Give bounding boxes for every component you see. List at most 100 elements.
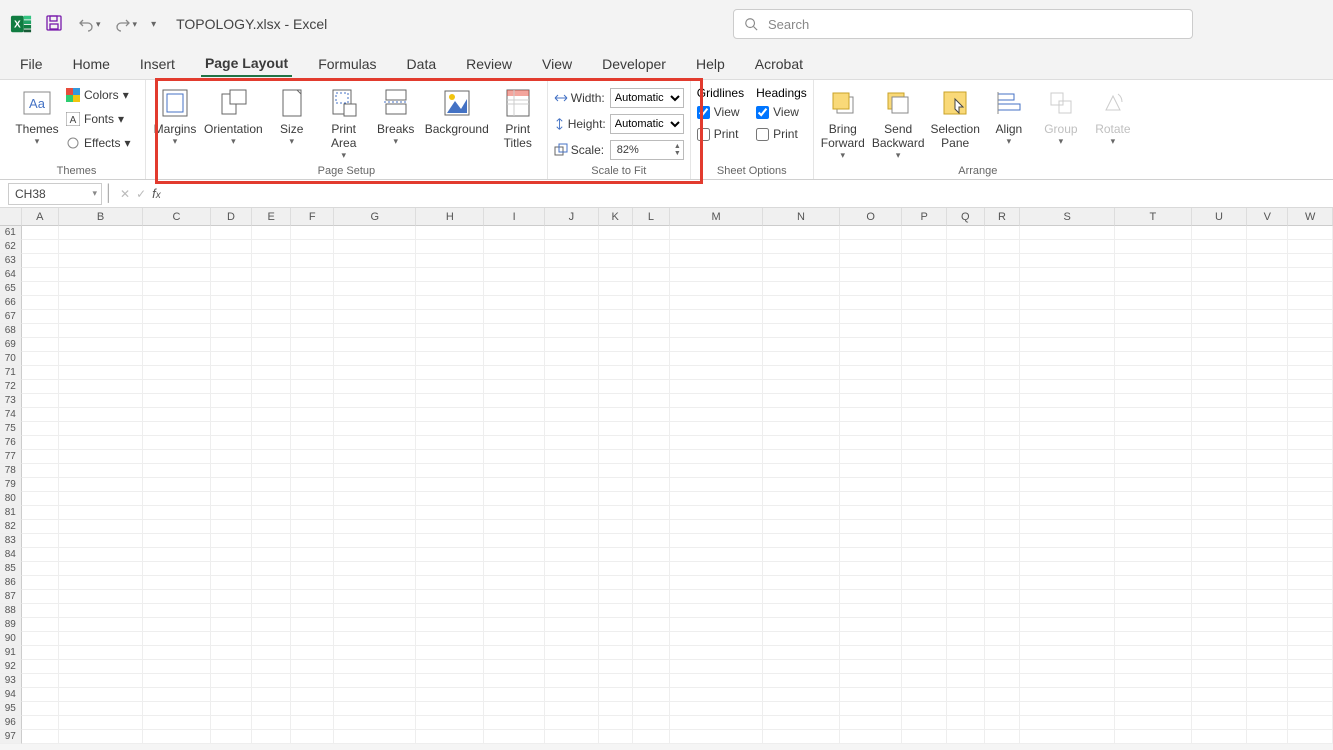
cell[interactable] xyxy=(1247,492,1288,506)
cell[interactable] xyxy=(599,562,633,576)
cell[interactable] xyxy=(947,240,985,254)
margins-button[interactable]: Margins▾ xyxy=(152,84,198,147)
cell[interactable] xyxy=(291,618,334,632)
cell[interactable] xyxy=(545,268,599,282)
column-header[interactable]: H xyxy=(416,208,484,226)
cell[interactable] xyxy=(840,492,903,506)
cell[interactable] xyxy=(1115,520,1192,534)
cell[interactable] xyxy=(1247,534,1288,548)
cell[interactable] xyxy=(1247,506,1288,520)
cell[interactable] xyxy=(840,366,903,380)
cell[interactable] xyxy=(416,506,484,520)
cell[interactable] xyxy=(902,562,947,576)
cell[interactable] xyxy=(599,688,633,702)
cell[interactable] xyxy=(947,324,985,338)
cell[interactable] xyxy=(252,590,291,604)
cell[interactable] xyxy=(1020,688,1115,702)
cell[interactable] xyxy=(59,282,143,296)
cell[interactable] xyxy=(334,268,416,282)
cell[interactable] xyxy=(902,226,947,240)
cell[interactable] xyxy=(763,730,840,744)
cell[interactable] xyxy=(1020,282,1115,296)
cell[interactable] xyxy=(947,254,985,268)
cell[interactable] xyxy=(211,562,252,576)
cell[interactable] xyxy=(1020,436,1115,450)
cell[interactable] xyxy=(1115,240,1192,254)
cell[interactable] xyxy=(545,534,599,548)
cell[interactable] xyxy=(416,408,484,422)
cell[interactable] xyxy=(22,268,60,282)
cell[interactable] xyxy=(22,450,60,464)
cell[interactable] xyxy=(143,422,211,436)
cell[interactable] xyxy=(840,450,903,464)
cell[interactable] xyxy=(416,240,484,254)
cell[interactable] xyxy=(211,254,252,268)
cell[interactable] xyxy=(763,408,840,422)
cell[interactable] xyxy=(252,646,291,660)
cell[interactable] xyxy=(59,310,143,324)
cell[interactable] xyxy=(840,310,903,324)
cell[interactable] xyxy=(763,394,840,408)
effects-button[interactable]: Effects▾ xyxy=(66,132,131,154)
cell[interactable] xyxy=(211,366,252,380)
cell[interactable] xyxy=(985,534,1021,548)
cell[interactable] xyxy=(416,590,484,604)
cell[interactable] xyxy=(1115,464,1192,478)
cell[interactable] xyxy=(143,492,211,506)
cell[interactable] xyxy=(211,394,252,408)
cell[interactable] xyxy=(1288,632,1333,646)
cell[interactable] xyxy=(1020,716,1115,730)
tab-data[interactable]: Data xyxy=(403,52,441,76)
cell[interactable] xyxy=(763,716,840,730)
row-header[interactable]: 70 xyxy=(0,352,22,366)
cell[interactable] xyxy=(416,254,484,268)
cell[interactable] xyxy=(947,632,985,646)
cell[interactable] xyxy=(545,226,599,240)
cell[interactable] xyxy=(1020,632,1115,646)
cell[interactable] xyxy=(1247,464,1288,478)
cell[interactable] xyxy=(252,534,291,548)
cell[interactable] xyxy=(291,604,334,618)
cell[interactable] xyxy=(545,702,599,716)
cell[interactable] xyxy=(211,450,252,464)
cell[interactable] xyxy=(1020,352,1115,366)
cell[interactable] xyxy=(599,436,633,450)
cell[interactable] xyxy=(211,534,252,548)
cell[interactable] xyxy=(59,422,143,436)
cell[interactable] xyxy=(334,618,416,632)
cell[interactable] xyxy=(902,394,947,408)
cell[interactable] xyxy=(985,562,1021,576)
cell[interactable] xyxy=(902,688,947,702)
cell[interactable] xyxy=(763,562,840,576)
cell[interactable] xyxy=(143,324,211,338)
cell[interactable] xyxy=(252,604,291,618)
row-header[interactable]: 78 xyxy=(0,464,22,478)
cell[interactable] xyxy=(1020,464,1115,478)
row-header[interactable]: 93 xyxy=(0,674,22,688)
cell[interactable] xyxy=(416,310,484,324)
cell[interactable] xyxy=(143,632,211,646)
cell[interactable] xyxy=(22,604,60,618)
cell[interactable] xyxy=(670,646,763,660)
row-header[interactable]: 77 xyxy=(0,450,22,464)
cell[interactable] xyxy=(22,548,60,562)
cell[interactable] xyxy=(211,464,252,478)
cell[interactable] xyxy=(599,254,633,268)
cell[interactable] xyxy=(334,226,416,240)
cell[interactable] xyxy=(670,688,763,702)
cell[interactable] xyxy=(1288,660,1333,674)
cell[interactable] xyxy=(545,408,599,422)
cell[interactable] xyxy=(484,674,545,688)
cell[interactable] xyxy=(902,674,947,688)
cell[interactable] xyxy=(947,702,985,716)
cell[interactable] xyxy=(1020,562,1115,576)
cell[interactable] xyxy=(1247,338,1288,352)
cell[interactable] xyxy=(633,268,671,282)
cell[interactable] xyxy=(599,338,633,352)
cell[interactable] xyxy=(902,576,947,590)
cell[interactable] xyxy=(291,576,334,590)
cell[interactable] xyxy=(143,674,211,688)
cell[interactable] xyxy=(1247,394,1288,408)
cell[interactable] xyxy=(1247,380,1288,394)
cell[interactable] xyxy=(334,352,416,366)
